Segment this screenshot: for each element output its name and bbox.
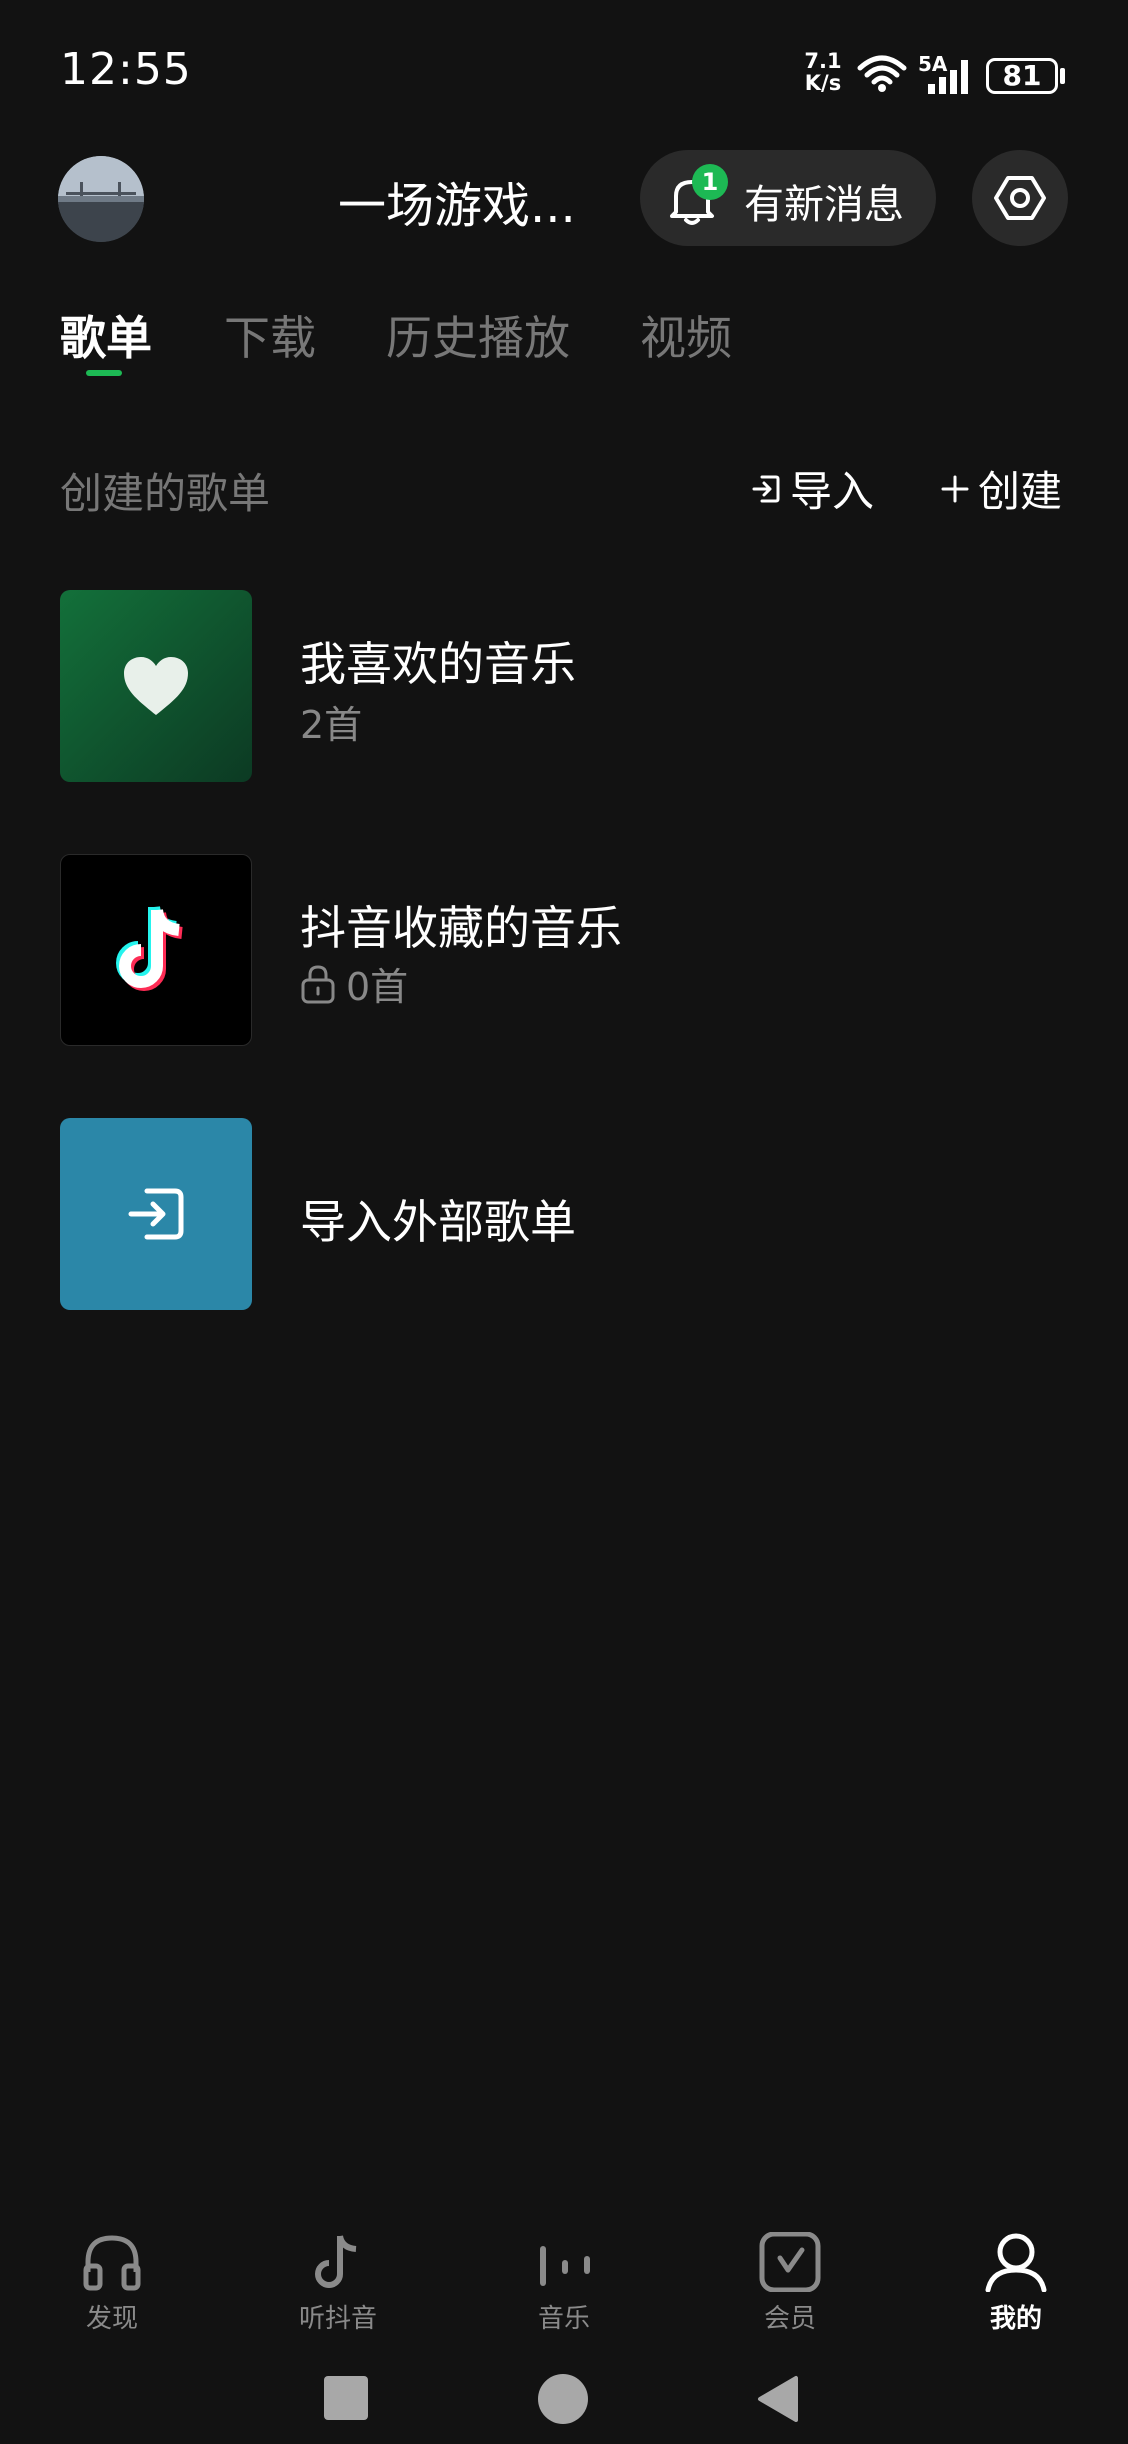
import-icon bbox=[752, 475, 780, 502]
nav-label: 发现 bbox=[85, 2304, 138, 2334]
headphones-icon bbox=[83, 2235, 141, 2291]
heart-icon bbox=[124, 657, 188, 715]
import-cover[interactable] bbox=[60, 1118, 252, 1310]
section-title: 创建的歌单 bbox=[60, 469, 271, 518]
signal-icon bbox=[928, 60, 968, 94]
tab-playlists[interactable]: 歌单 bbox=[60, 302, 152, 368]
wifi-icon bbox=[857, 55, 907, 92]
playlist-count: 0首 bbox=[300, 956, 408, 1011]
avatar[interactable] bbox=[58, 156, 144, 242]
import-icon bbox=[128, 1188, 184, 1240]
battery-icon: 81 bbox=[986, 58, 1058, 94]
douyin-cover[interactable] bbox=[60, 854, 252, 1046]
nav-label: 音乐 bbox=[537, 2304, 590, 2334]
nav-label: 我的 bbox=[989, 2304, 1042, 2334]
back-button[interactable] bbox=[756, 2374, 800, 2424]
recent-apps-button[interactable] bbox=[324, 2376, 368, 2420]
equalizer-icon bbox=[540, 2246, 590, 2286]
settings-hex-icon bbox=[994, 176, 1046, 220]
lock-icon bbox=[301, 964, 335, 1003]
tab-active-indicator bbox=[86, 370, 122, 376]
new-messages-button[interactable]: 1 有新消息 bbox=[640, 150, 936, 246]
create-button[interactable]: 创建 bbox=[940, 458, 1062, 519]
import-button[interactable]: 导入 bbox=[750, 458, 874, 519]
playlist-count-text: 2首 bbox=[300, 703, 363, 747]
status-time: 12:55 bbox=[60, 44, 192, 95]
douyin-logo-icon bbox=[116, 905, 183, 991]
message-badge: 1 bbox=[692, 164, 728, 200]
nav-mine[interactable]: 我的 bbox=[956, 2232, 1076, 2335]
nav-label: 会员 bbox=[763, 2304, 816, 2334]
tab-history[interactable]: 历史播放 bbox=[386, 302, 570, 368]
battery-level: 81 bbox=[1002, 59, 1042, 92]
nav-label: 听抖音 bbox=[298, 2304, 377, 2334]
playlist-title[interactable]: 我喜欢的音乐 bbox=[300, 628, 576, 694]
import-label: 导入 bbox=[790, 467, 875, 516]
avatar-image bbox=[58, 156, 144, 242]
username[interactable]: 一场游戏... bbox=[338, 166, 576, 236]
network-speed-value: 7.1 bbox=[804, 49, 842, 73]
nav-vip[interactable]: 会员 bbox=[730, 2232, 850, 2335]
playlist-count-text: 0首 bbox=[346, 965, 409, 1009]
network-speed: 7.1 K/s bbox=[800, 50, 846, 94]
settings-button[interactable] bbox=[972, 150, 1068, 246]
user-icon bbox=[985, 2233, 1047, 2292]
home-button[interactable] bbox=[538, 2374, 588, 2424]
create-label: 创建 bbox=[978, 467, 1063, 516]
plus-icon bbox=[941, 475, 969, 502]
nav-discover[interactable]: 发现 bbox=[52, 2232, 172, 2335]
vip-icon bbox=[759, 2232, 821, 2292]
new-messages-label: 有新消息 bbox=[744, 182, 904, 228]
nav-music[interactable]: 音乐 bbox=[504, 2232, 624, 2335]
douyin-note-icon bbox=[315, 2235, 357, 2288]
network-speed-unit: K/s bbox=[804, 71, 842, 95]
playlist-title[interactable]: 抖音收藏的音乐 bbox=[300, 892, 622, 958]
nav-douyin[interactable]: 听抖音 bbox=[278, 2232, 398, 2335]
playlist-count: 2首 bbox=[300, 694, 362, 749]
tab-downloads[interactable]: 下载 bbox=[224, 302, 316, 368]
tab-videos[interactable]: 视频 bbox=[640, 302, 732, 368]
battery-nub bbox=[1060, 68, 1065, 84]
liked-cover[interactable] bbox=[60, 590, 252, 782]
playlist-title[interactable]: 导入外部歌单 bbox=[300, 1186, 576, 1252]
